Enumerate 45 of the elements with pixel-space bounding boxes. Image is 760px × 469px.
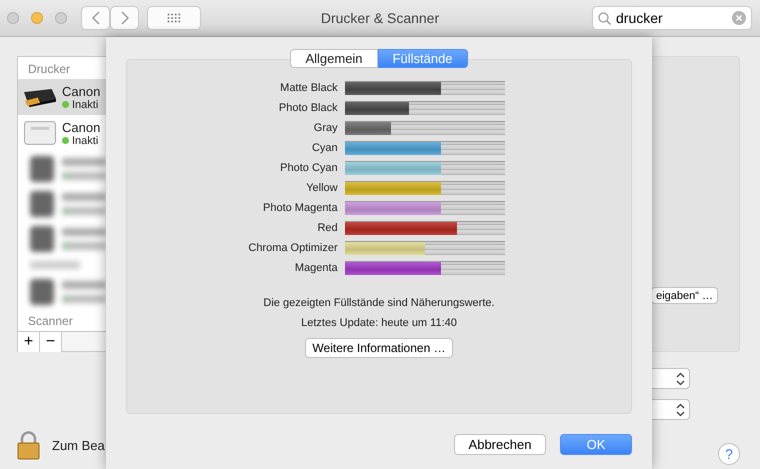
approximation-note: Die gezeigten Füllstände sind Näherungswerte. <box>263 297 495 309</box>
search-field[interactable]: drucker <box>592 6 752 30</box>
zoom-button[interactable] <box>55 12 67 24</box>
window-title: Drucker & Scanner <box>320 10 440 26</box>
printer-name: Canon <box>62 120 100 134</box>
ink-name: Red <box>316 222 338 234</box>
minimize-button[interactable] <box>31 12 43 24</box>
printer-status: Inakti <box>72 134 98 146</box>
ink-name: Cyan <box>310 142 338 154</box>
ink-name: Matte Black <box>279 82 338 94</box>
help-button[interactable]: ? <box>718 443 740 465</box>
list-header: Drucker <box>27 61 72 78</box>
updown-icon <box>676 372 685 386</box>
ink-name: Yellow <box>305 182 338 194</box>
ink-name: Magenta <box>294 262 338 274</box>
status-dot <box>62 101 69 108</box>
back-button[interactable] <box>81 6 110 30</box>
tab[interactable]: Allgemein <box>290 49 378 68</box>
lock-label: Zum Bea <box>52 438 105 452</box>
show-all-button[interactable] <box>147 6 201 30</box>
printer-status: Inakti <box>72 98 98 110</box>
more-info-button[interactable]: Weitere Informationen … <box>305 338 453 358</box>
printer-name: Canon <box>62 84 100 98</box>
grid-icon <box>167 13 181 23</box>
ink-name: Photo Cyan <box>279 162 338 174</box>
printer-icon <box>24 120 56 146</box>
chevron-left-icon <box>92 11 100 25</box>
ink-name: Gray <box>312 122 338 134</box>
status-dot <box>62 137 69 144</box>
clear-icon[interactable] <box>732 11 746 25</box>
updown-icon <box>676 402 685 416</box>
ink-name: Photo Magenta <box>262 202 338 214</box>
ink-name: Chroma Optimizer <box>248 242 338 254</box>
close-button[interactable] <box>7 12 19 24</box>
forward-button[interactable] <box>110 6 139 30</box>
add-button[interactable]: + <box>18 332 40 352</box>
remove-button[interactable]: − <box>40 332 62 352</box>
search-icon <box>598 12 611 25</box>
ink-name: Photo Black <box>278 102 338 114</box>
section-header: Scanner <box>27 313 74 330</box>
update-time: Letztes Update: heute um 11:40 <box>301 317 457 329</box>
cancel-button[interactable]: Abbrechen <box>454 434 546 455</box>
lock-icon[interactable] <box>17 430 40 460</box>
chevron-right-icon <box>120 11 128 25</box>
options-button[interactable]: eigaben“ … <box>651 287 718 304</box>
